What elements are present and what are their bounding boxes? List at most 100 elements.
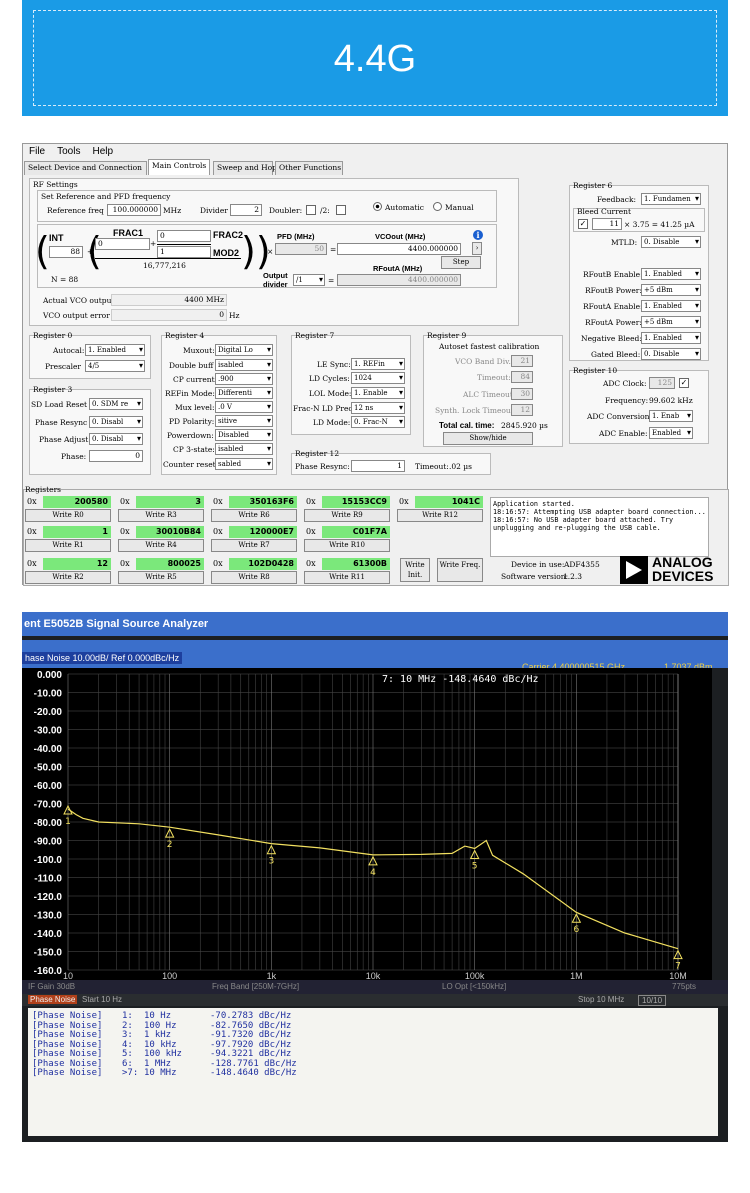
mtld-select[interactable]: 0. Disable	[641, 236, 701, 248]
register-value-11[interactable]: 102D0428	[229, 558, 297, 570]
step-button[interactable]: Step	[441, 256, 481, 269]
write-register-button-10[interactable]: Write R5	[118, 571, 204, 584]
phase-input[interactable]: 0	[89, 450, 143, 462]
alc-timeout-label: ALC Timeout:	[463, 390, 516, 399]
write-register-button-2[interactable]: Write R6	[211, 509, 297, 522]
write-freq-button[interactable]: Write Freq.	[437, 558, 483, 582]
register-value-10[interactable]: 800025	[136, 558, 204, 570]
manual-radio[interactable]	[433, 202, 442, 211]
doubler-checkbox[interactable]	[306, 205, 316, 215]
write-register-button-6[interactable]: Write R4	[118, 539, 204, 552]
lol-mode-select[interactable]: 1. Enable	[351, 387, 405, 399]
register-value-7[interactable]: 120000E7	[229, 526, 297, 538]
tab-main-controls[interactable]: Main Controls	[148, 159, 210, 175]
sd-load-reset-select[interactable]: 0. SDM re	[89, 398, 143, 410]
write-register-button-0[interactable]: Write R0	[25, 509, 111, 522]
powerdown-select[interactable]: Disabled	[215, 429, 273, 441]
feedback-select[interactable]: 1. Fundamen	[641, 193, 701, 205]
write-register-button-3[interactable]: Write R9	[304, 509, 390, 522]
register-value-9[interactable]: 12	[43, 558, 111, 570]
write-register-button-4[interactable]: Write R12	[397, 509, 483, 522]
bleed-current-checkbox[interactable]: ✓	[578, 219, 588, 229]
register-value-8[interactable]: C01F7A	[322, 526, 390, 538]
rfoutb-power-select[interactable]: +5 dBm	[641, 284, 701, 296]
write-register-button-5[interactable]: Write R1	[25, 539, 111, 552]
register-value-6[interactable]: 30010B84	[136, 526, 204, 538]
tab-sweep-hop[interactable]: Sweep and Hop	[213, 161, 277, 175]
write-init-button[interactable]: Write Init.	[400, 558, 430, 582]
frac2-input[interactable]: 0	[157, 230, 211, 242]
write-register-button-7[interactable]: Write R7	[211, 539, 297, 552]
marker-number: 2	[167, 840, 173, 850]
pd-polarity-select[interactable]: sitive	[215, 415, 273, 427]
gated-bleed-select[interactable]: 0. Disable	[641, 348, 701, 360]
register-value-3[interactable]: 15153CC9	[322, 496, 390, 508]
ref-freq-label: Reference freq	[47, 206, 104, 215]
automatic-radio[interactable]	[373, 202, 382, 211]
register-value-0[interactable]: 200580	[43, 496, 111, 508]
phase-resync-select[interactable]: 0. Disabl	[89, 416, 143, 428]
y-tick-label: -40.00	[34, 744, 63, 755]
write-register-button-11[interactable]: Write R8	[211, 571, 297, 584]
int-input[interactable]: 88	[49, 246, 83, 258]
write-register-button-1[interactable]: Write R3	[118, 509, 204, 522]
menu-tools[interactable]: Tools	[51, 144, 86, 159]
tab-select-device[interactable]: Select Device and Connection	[24, 161, 147, 175]
registers-title: Registers	[25, 485, 62, 494]
ref-freq-input[interactable]: 100.000000	[107, 204, 161, 216]
refin-mode-select[interactable]: Differenti	[215, 387, 273, 399]
menu-file[interactable]: File	[23, 144, 51, 159]
vcoout-input[interactable]: 4400.000000	[337, 243, 461, 255]
y-tick-label: -50.00	[34, 763, 63, 774]
mux-level-select[interactable]: .0 V	[215, 401, 273, 413]
adc-clock-checkbox[interactable]: ✓	[679, 378, 689, 388]
register-value-12[interactable]: 61300B	[322, 558, 390, 570]
marker-row: [Phase Noise] 3: 1 kHz -91.7320 dBc/Hz	[32, 1030, 714, 1041]
register-value-4[interactable]: 1041C	[415, 496, 483, 508]
register-value-5[interactable]: 1	[43, 526, 111, 538]
adc-enable-select[interactable]: Enabled	[649, 427, 693, 439]
divider-input[interactable]: 2	[230, 204, 262, 216]
muxout-select[interactable]: Digital Lo	[215, 344, 273, 356]
tab-other-functions[interactable]: Other Functions	[275, 161, 343, 175]
vcoout-arrow-button[interactable]: ›	[472, 242, 482, 255]
phase-resync-12-input[interactable]: 1	[351, 460, 405, 472]
menu-help[interactable]: Help	[86, 144, 119, 159]
rfouta-enable-select[interactable]: 1. Enabled	[641, 300, 701, 312]
info-icon[interactable]: i	[473, 230, 483, 240]
marker-number: 3	[268, 857, 274, 867]
adc-conversion-select[interactable]: 1. Enab	[649, 410, 693, 422]
double-buff-select[interactable]: isabled	[215, 359, 273, 371]
logo-text-devices: DEVICES	[652, 568, 714, 584]
register-value-2[interactable]: 350163F6	[229, 496, 297, 508]
autocal-select[interactable]: 1. Enabled	[85, 344, 145, 356]
marker-number: 5	[472, 861, 478, 871]
mod2-input[interactable]: 1	[157, 246, 211, 258]
write-register-button-12[interactable]: Write R11	[304, 571, 390, 584]
cp-3state-select[interactable]: isabled	[215, 443, 273, 455]
prescaler-select[interactable]: 4/5	[85, 360, 145, 372]
vco-error-label: VCO output error	[43, 311, 110, 320]
phase-noise-tab[interactable]: Phase Noise	[28, 995, 78, 1004]
frac1-input[interactable]: 0	[95, 238, 150, 250]
phase-adjust-select[interactable]: 0. Disabl	[89, 433, 143, 445]
register-value-1[interactable]: 3	[136, 496, 204, 508]
le-sync-select[interactable]: 1. REFin	[351, 358, 405, 370]
write-register-button-9[interactable]: Write R2	[25, 571, 111, 584]
div2-checkbox[interactable]	[336, 205, 346, 215]
cp-current-select[interactable]: .900	[215, 373, 273, 385]
counter-reset-select[interactable]: sabled	[215, 458, 273, 470]
ld-mode-select[interactable]: 0. Frac-N	[351, 416, 405, 428]
output-divider-select[interactable]: /1	[293, 274, 325, 286]
ld-cycles-select[interactable]: 1024	[351, 372, 405, 384]
rfoutb-enable-select[interactable]: 1. Enabled	[641, 268, 701, 280]
register-prefix: 0x	[306, 559, 316, 568]
bleed-current-input[interactable]: 11	[592, 218, 622, 230]
show-hide-button[interactable]: Show/hide	[443, 432, 533, 445]
frac-n-ld-select[interactable]: 12 ns	[351, 402, 405, 414]
register-prefix: 0x	[306, 527, 316, 536]
powerdown-label: Powerdown:	[167, 431, 214, 440]
negative-bleed-select[interactable]: 1. Enabled	[641, 332, 701, 344]
rfouta-power-select[interactable]: +5 dBm	[641, 316, 701, 328]
write-register-button-8[interactable]: Write R10	[304, 539, 390, 552]
